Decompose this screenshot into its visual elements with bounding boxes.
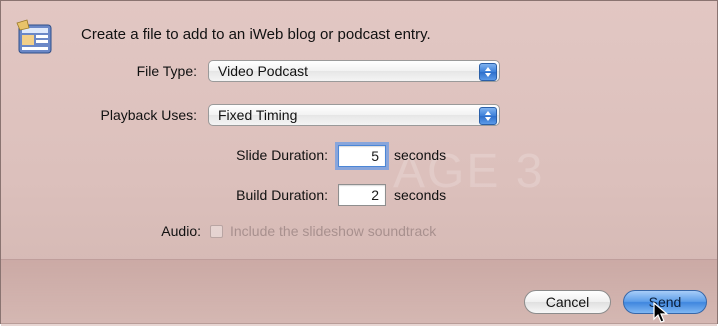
build-duration-field[interactable]: 2 — [338, 184, 386, 206]
export-sheet: AGE 3 Create a file to add to an iWeb bl… — [0, 0, 718, 326]
soundtrack-checkbox-label: Include the slideshow soundtrack — [230, 223, 437, 239]
dialog-header: Create a file to add to an iWeb blog or … — [81, 26, 431, 43]
playback-uses-label: Playback Uses: — [100, 107, 197, 123]
slide-duration-field[interactable]: 5 — [338, 145, 386, 167]
file-type-value: Video Podcast — [218, 63, 309, 79]
playback-uses-popup[interactable]: Fixed Timing — [208, 104, 500, 126]
popup-arrows-icon — [479, 107, 497, 125]
file-type-label: File Type: — [136, 63, 197, 79]
popup-arrows-icon — [479, 63, 497, 81]
build-duration-unit: seconds — [394, 187, 447, 203]
soundtrack-checkbox[interactable] — [210, 225, 223, 238]
cancel-button[interactable]: Cancel — [524, 290, 611, 314]
playback-uses-value: Fixed Timing — [218, 107, 298, 123]
audio-label: Audio: — [161, 223, 201, 239]
build-duration-label: Build Duration: — [236, 187, 328, 203]
iweb-app-icon — [16, 19, 52, 54]
file-type-popup[interactable]: Video Podcast — [208, 60, 500, 82]
sheet-button-area — [1, 259, 717, 326]
slide-duration-unit: seconds — [394, 147, 447, 163]
slide-duration-label: Slide Duration: — [236, 147, 328, 163]
mouse-pointer-icon — [653, 302, 669, 323]
